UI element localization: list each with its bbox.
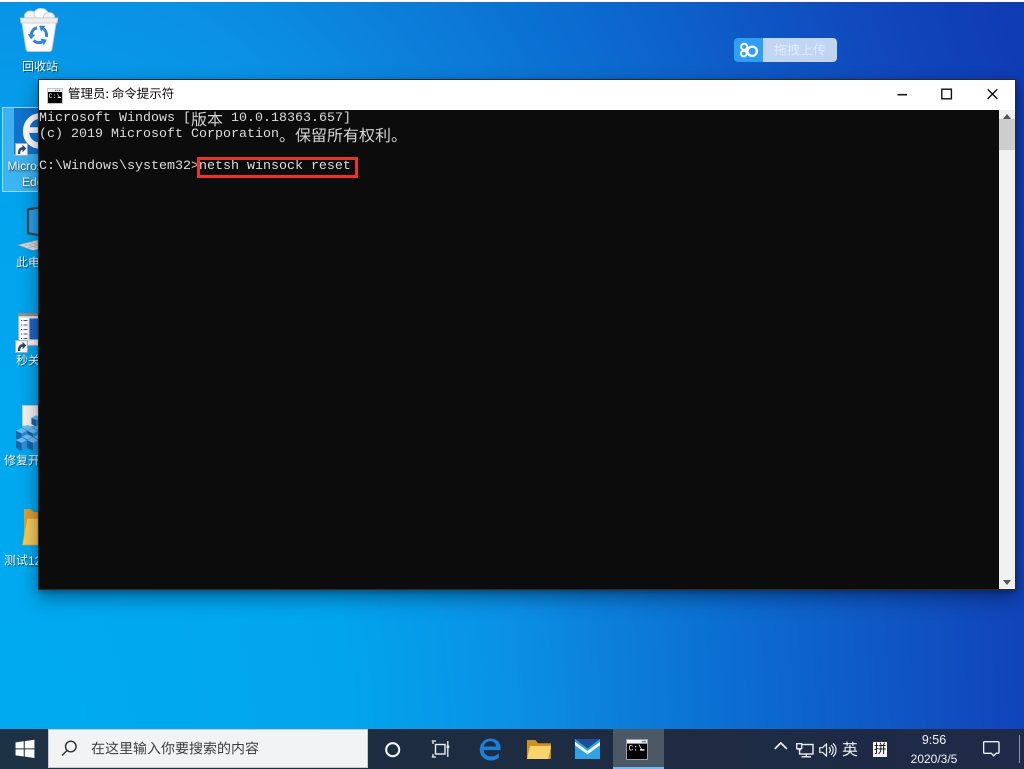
svg-text:C:\: C:\ xyxy=(629,745,644,754)
svg-text:C:\: C:\ xyxy=(49,93,61,100)
